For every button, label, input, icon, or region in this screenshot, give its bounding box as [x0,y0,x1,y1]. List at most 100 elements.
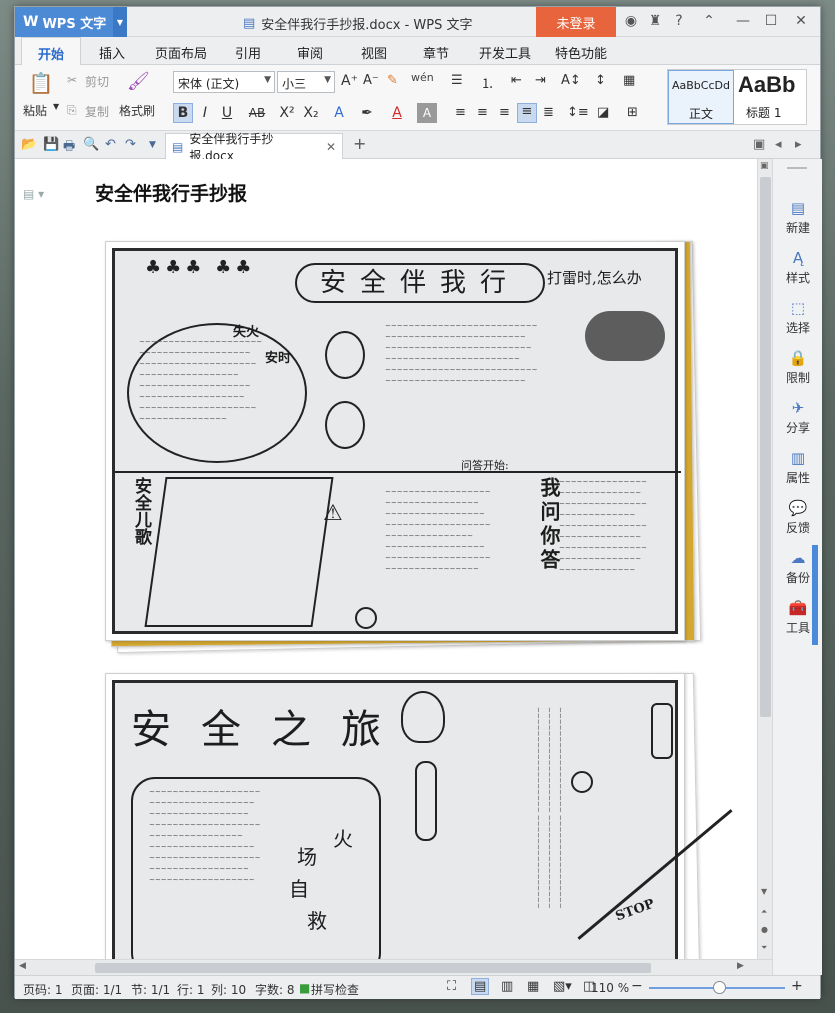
tab-chapter[interactable]: 章节 [423,43,449,62]
web-view-icon[interactable]: ▦ [527,979,539,994]
indent-icon[interactable]: ⇥ [535,73,546,88]
numbering-icon[interactable]: ⒈ [481,73,494,92]
zoom-out-icon[interactable]: − [631,978,643,994]
zoom-in-icon[interactable]: + [791,978,803,994]
sidebar-item-feedback[interactable]: 💬 反馈 [773,499,823,536]
cut-icon[interactable]: ✂ [67,73,77,87]
clear-format-icon[interactable]: ✎ [387,73,398,88]
shirt-icon[interactable]: ♜ [645,13,665,29]
distribute-icon[interactable]: ≣ [543,105,554,120]
paste-icon[interactable]: 📋 [25,71,57,97]
status-row[interactable]: 行: 1 [177,981,205,998]
sidebar-item-select[interactable]: ⬚ 选择 [773,299,823,336]
tab-special[interactable]: 特色功能 [555,43,607,62]
help-icon[interactable]: ? [669,13,689,29]
outline-view-icon[interactable]: ▥ [501,979,513,994]
font-color-icon[interactable]: A [387,103,407,123]
pinyin-icon[interactable]: wén [411,71,434,84]
sidebar-item-new[interactable]: ▤ 新建 [773,199,823,236]
poster-image-2[interactable]: 安全之旅 火 场 自 救 ~~~~~~~~~~~~~~~~~~~ ~~~~~~~~… [105,672,733,959]
collapse-ribbon-icon[interactable]: ⌃ [699,13,719,29]
tab-review[interactable]: 审阅 [297,43,323,62]
sort-icon[interactable]: ↕ [595,73,606,88]
borders-icon[interactable]: ⊞ [627,105,638,120]
status-pages[interactable]: 页面: 1/1 [71,981,122,998]
scroll-down-icon[interactable]: ▼ [761,887,767,896]
superscript-icon[interactable]: X² [277,103,297,123]
tab-home[interactable]: 开始 [21,37,82,66]
sidebar-item-styles[interactable]: Ą 样式 [773,249,823,286]
style-normal[interactable]: AaBbCcDd 正文 [668,70,734,124]
paste-dropdown-icon[interactable]: ▼ [53,102,59,111]
select-browse-icon[interactable]: ● [761,925,768,934]
table-icon[interactable]: ▦ [623,73,635,88]
line-spacing-icon[interactable]: ↕≡ [567,105,589,120]
font-name-select[interactable]: 宋体 (正文) ▼ [173,71,275,93]
tab-layout[interactable]: 页面布局 [155,43,207,62]
grow-font-icon[interactable]: A⁺ [341,73,358,89]
font-size-select[interactable]: 小三 ▼ [277,71,335,93]
format-painter-icon[interactable]: 🖌 [127,71,150,92]
open-icon[interactable]: 📂 [21,137,37,152]
copy-button[interactable]: 复制 [85,103,109,120]
prev-page-icon[interactable]: ⏶ [761,907,767,917]
page-view-icon[interactable]: ▤ [471,978,490,995]
maximize-icon[interactable]: ☐ [761,13,781,29]
format-painter-button[interactable]: 格式刷 [119,102,155,119]
document-canvas[interactable]: ▤ ▾ 安全伴我行手抄报 安全伴我行 打雷时,怎么办 ♣♣♣ ♣♣ 失火 安时 [15,159,757,959]
char-shading-icon[interactable]: A [417,103,437,123]
status-words[interactable]: 字数: 8 [255,981,295,998]
tab-prev-icon[interactable]: ◂ [775,137,782,152]
bullets-icon[interactable]: ☰ [451,73,463,88]
status-col[interactable]: 列: 10 [211,981,246,998]
tab-references[interactable]: 引用 [235,43,261,62]
horizontal-scroll-thumb[interactable] [95,963,651,973]
align-center-icon[interactable]: ≡ [477,105,488,120]
print-icon[interactable]: 🖶 [63,137,75,159]
sidebar-item-properties[interactable]: ▥ 属性 [773,449,823,486]
paste-button[interactable]: 粘贴 [23,102,47,119]
page-options-icon[interactable]: ▤ ▾ [23,187,44,201]
align-left-icon[interactable]: ≡ [455,105,466,120]
italic-icon[interactable]: I [195,103,215,123]
sidebar-item-restrict[interactable]: 🔒 限制 [773,349,823,386]
customize-dropdown-icon[interactable]: ▼ [149,140,156,150]
vertical-scrollbar[interactable]: ▣ ▼ ⏶ ● ⏷ [757,159,772,959]
print-preview-icon[interactable]: 🔍 [83,137,99,152]
cut-button[interactable]: 剪切 [85,73,109,90]
tab-next-icon[interactable]: ▸ [795,137,802,152]
vertical-scroll-thumb[interactable] [760,177,771,717]
close-icon[interactable]: ✕ [791,13,811,29]
new-tab-icon[interactable]: + [353,134,366,153]
subscript-icon[interactable]: X₂ [301,103,321,123]
minimize-icon[interactable]: — [733,13,753,29]
next-page-icon[interactable]: ⏷ [761,943,767,953]
tab-developer[interactable]: 开发工具 [479,43,531,62]
status-section[interactable]: 节: 1/1 [131,981,170,998]
skin-icon[interactable]: ◉ [621,13,641,29]
undo-icon[interactable]: ↶ [105,137,116,152]
underline-icon[interactable]: U [217,103,237,123]
horizontal-scrollbar[interactable]: ◀ ▶ [15,959,772,975]
login-button[interactable]: 未登录 [536,7,616,37]
copy-icon[interactable]: ⎘ [67,103,77,118]
zoom-slider-thumb[interactable] [713,981,726,994]
save-icon[interactable]: 💾 [43,137,59,152]
paragraph-shading-icon[interactable]: ◪ [597,105,609,120]
sidebar-item-share[interactable]: ✈ 分享 [773,399,823,436]
tab-view[interactable]: 视图 [361,43,387,62]
shrink-font-icon[interactable]: A⁻ [363,73,379,88]
sidebar-collapse-handle[interactable] [812,545,818,645]
highlight-icon[interactable]: ✒ [357,103,377,123]
style-heading1[interactable]: AaBb 标题 1 [736,70,806,124]
status-spell[interactable]: 拼写检查 [311,981,359,998]
align-right-icon[interactable]: ≡ [499,105,510,120]
text-effect-icon[interactable]: A [329,103,349,123]
tab-insert[interactable]: 插入 [99,43,125,62]
wps-menu-button[interactable]: W WPS 文字 ▼ [15,7,127,37]
strikethrough-icon[interactable]: AB [247,103,267,123]
justify-icon[interactable]: ≡ [517,103,537,123]
bold-icon[interactable]: B [173,103,193,123]
document-tab[interactable]: ▤ 安全伴我行手抄报.docx ✕ [165,132,343,163]
text-size-icon[interactable]: A↕ [561,73,581,88]
